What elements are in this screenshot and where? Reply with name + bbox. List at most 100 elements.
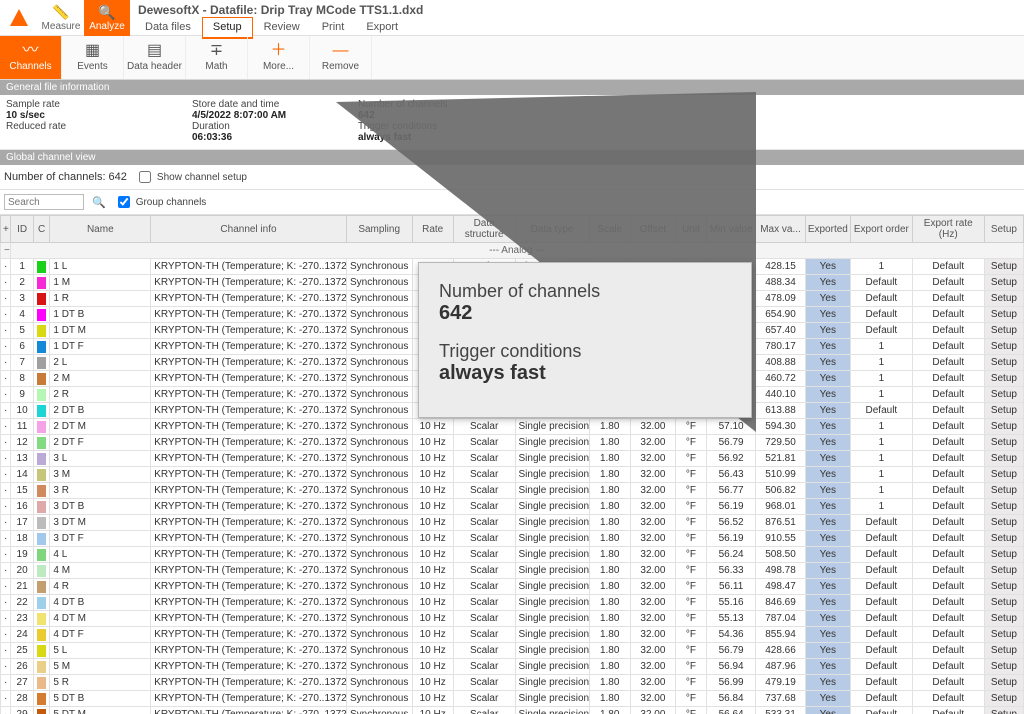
exported-cell[interactable]: Yes (805, 451, 850, 467)
setup-button[interactable]: Setup (984, 563, 1023, 579)
exported-cell[interactable]: Yes (805, 323, 850, 339)
color-swatch[interactable] (37, 501, 46, 513)
col-plus[interactable]: + (1, 216, 11, 243)
cell-name[interactable]: 1 L (50, 259, 151, 275)
setup-button[interactable]: Setup (984, 435, 1023, 451)
color-swatch[interactable] (37, 629, 46, 641)
color-swatch[interactable] (37, 293, 46, 305)
mode-analyze[interactable]: 🔍 Analyze (84, 0, 130, 36)
col-setup[interactable]: Setup (984, 216, 1023, 243)
cell-name[interactable]: 1 DT B (50, 307, 151, 323)
cell-name[interactable]: 2 DT M (50, 419, 151, 435)
show-channel-setup-toggle[interactable]: Show channel setup (135, 168, 247, 186)
table-row[interactable]: ·194 LKRYPTON-TH (Temperature; K: -270..… (1, 547, 1024, 563)
col-offset[interactable]: Offset (630, 216, 675, 243)
exported-cell[interactable]: Yes (805, 675, 850, 691)
exported-cell[interactable]: Yes (805, 275, 850, 291)
cell-name[interactable]: 4 M (50, 563, 151, 579)
col-id[interactable]: ID (11, 216, 34, 243)
color-swatch[interactable] (37, 485, 46, 497)
color-swatch[interactable] (37, 261, 46, 273)
cell-name[interactable]: 4 DT M (50, 611, 151, 627)
exported-cell[interactable]: Yes (805, 371, 850, 387)
cell-name[interactable]: 5 R (50, 675, 151, 691)
setup-button[interactable]: Setup (984, 611, 1023, 627)
exported-cell[interactable]: Yes (805, 419, 850, 435)
cell-name[interactable]: 3 R (50, 483, 151, 499)
col-max[interactable]: Max va... (756, 216, 805, 243)
color-swatch[interactable] (37, 693, 46, 705)
mode-measure[interactable]: 📏 Measure (38, 0, 84, 36)
table-row[interactable]: ·244 DT FKRYPTON-TH (Temperature; K: -27… (1, 627, 1024, 643)
cell-name[interactable]: 1 DT M (50, 323, 151, 339)
setup-button[interactable]: Setup (984, 387, 1023, 403)
col-data-structure[interactable]: Data structure (453, 216, 515, 243)
cell-name[interactable]: 5 DT B (50, 691, 151, 707)
exported-cell[interactable]: Yes (805, 579, 850, 595)
exported-cell[interactable]: Yes (805, 547, 850, 563)
group-channels-checkbox[interactable] (118, 196, 130, 208)
cell-name[interactable]: 3 M (50, 467, 151, 483)
cell-name[interactable]: 2 R (50, 387, 151, 403)
color-swatch[interactable] (37, 517, 46, 529)
exported-cell[interactable]: Yes (805, 643, 850, 659)
group-row-analog[interactable]: −--- Analog --- (1, 243, 1024, 259)
table-row[interactable]: ·143 MKRYPTON-TH (Temperature; K: -270..… (1, 467, 1024, 483)
cell-name[interactable]: 5 L (50, 643, 151, 659)
setup-button[interactable]: Setup (984, 547, 1023, 563)
ribbon-events[interactable]: ▦ Events (62, 36, 124, 79)
table-row[interactable]: ·255 LKRYPTON-TH (Temperature; K: -270..… (1, 643, 1024, 659)
color-swatch[interactable] (37, 437, 46, 449)
exported-cell[interactable]: Yes (805, 659, 850, 675)
color-swatch[interactable] (37, 421, 46, 433)
setup-button[interactable]: Setup (984, 627, 1023, 643)
cell-name[interactable]: 5 DT M (50, 707, 151, 714)
setup-button[interactable]: Setup (984, 355, 1023, 371)
color-swatch[interactable] (37, 533, 46, 545)
cell-name[interactable]: 3 DT B (50, 499, 151, 515)
cell-name[interactable]: 2 DT B (50, 403, 151, 419)
col-rate[interactable]: Rate (412, 216, 453, 243)
exported-cell[interactable]: Yes (805, 339, 850, 355)
table-row[interactable]: ·183 DT FKRYPTON-TH (Temperature; K: -27… (1, 531, 1024, 547)
col-color[interactable]: C (33, 216, 49, 243)
setup-button[interactable]: Setup (984, 707, 1023, 714)
table-row[interactable]: ·265 MKRYPTON-TH (Temperature; K: -270..… (1, 659, 1024, 675)
setup-button[interactable]: Setup (984, 675, 1023, 691)
ribbon-more[interactable]: ＋ More... (248, 36, 310, 79)
cell-name[interactable]: 2 M (50, 371, 151, 387)
color-swatch[interactable] (37, 613, 46, 625)
ribbon-channels[interactable]: 〰 Channels (0, 36, 62, 79)
color-swatch[interactable] (37, 389, 46, 401)
exported-cell[interactable]: Yes (805, 387, 850, 403)
cell-name[interactable]: 4 DT B (50, 595, 151, 611)
exported-cell[interactable]: Yes (805, 259, 850, 275)
table-row[interactable]: ·153 RKRYPTON-TH (Temperature; K: -270..… (1, 483, 1024, 499)
color-swatch[interactable] (37, 581, 46, 593)
table-row[interactable]: ·275 RKRYPTON-TH (Temperature; K: -270..… (1, 675, 1024, 691)
setup-button[interactable]: Setup (984, 419, 1023, 435)
color-swatch[interactable] (37, 309, 46, 321)
setup-button[interactable]: Setup (984, 659, 1023, 675)
table-row[interactable]: ·122 DT FKRYPTON-TH (Temperature; K: -27… (1, 435, 1024, 451)
cell-name[interactable]: 4 L (50, 547, 151, 563)
table-row[interactable]: ·285 DT BKRYPTON-TH (Temperature; K: -27… (1, 691, 1024, 707)
exported-cell[interactable]: Yes (805, 563, 850, 579)
setup-button[interactable]: Setup (984, 259, 1023, 275)
exported-cell[interactable]: Yes (805, 627, 850, 643)
cell-name[interactable]: 4 R (50, 579, 151, 595)
exported-cell[interactable]: Yes (805, 531, 850, 547)
color-swatch[interactable] (37, 565, 46, 577)
col-unit[interactable]: Unit (676, 216, 707, 243)
setup-button[interactable]: Setup (984, 643, 1023, 659)
exported-cell[interactable]: Yes (805, 515, 850, 531)
setup-button[interactable]: Setup (984, 371, 1023, 387)
table-row[interactable]: ·112 DT MKRYPTON-TH (Temperature; K: -27… (1, 419, 1024, 435)
exported-cell[interactable]: Yes (805, 307, 850, 323)
color-swatch[interactable] (37, 661, 46, 673)
exported-cell[interactable]: Yes (805, 499, 850, 515)
table-row[interactable]: ·234 DT MKRYPTON-TH (Temperature; K: -27… (1, 611, 1024, 627)
cell-name[interactable]: 5 M (50, 659, 151, 675)
exported-cell[interactable]: Yes (805, 291, 850, 307)
search-icon[interactable]: 🔍 (92, 196, 106, 209)
